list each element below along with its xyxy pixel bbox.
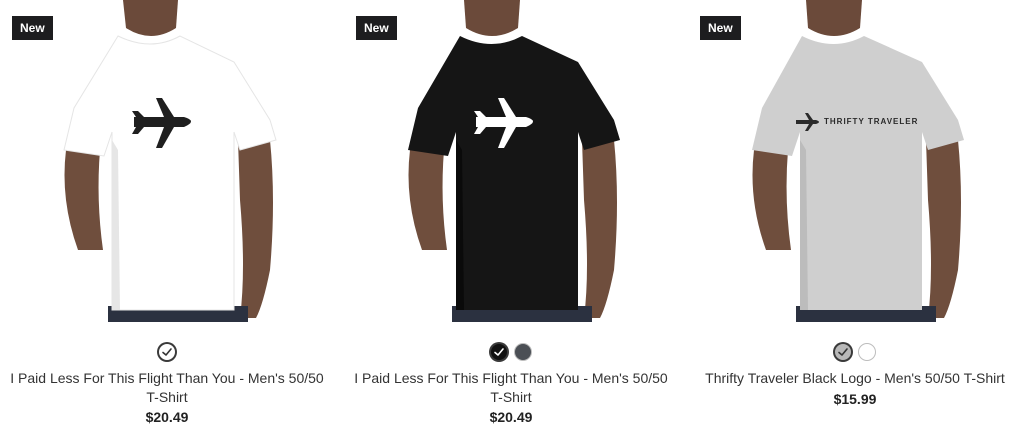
product-title[interactable]: I Paid Less For This Flight Than You - M… (8, 369, 326, 407)
color-swatches (352, 343, 670, 361)
checkmark-icon (838, 348, 848, 356)
color-swatch-white[interactable] (158, 343, 176, 361)
tshirt-model-image (63, 0, 277, 322)
color-swatch-charcoal[interactable] (514, 343, 532, 361)
product-card[interactable]: New THRIFTY TRAVELER Thrifty Traveler Bl… (696, 0, 1014, 435)
tshirt-model-image (408, 0, 620, 322)
tshirt-model-image: THRIFTY TRAVELER (752, 0, 964, 322)
product-card[interactable]: New I Paid Less For This Flight Than You… (8, 0, 326, 435)
checkmark-icon (494, 348, 504, 356)
shirt-print-text: THRIFTY TRAVELER (824, 117, 918, 126)
product-price: $20.49 (489, 409, 533, 425)
product-image[interactable]: New (8, 0, 326, 322)
product-image[interactable]: New THRIFTY TRAVELER (696, 0, 1014, 322)
color-swatches (696, 343, 1014, 361)
new-badge: New (356, 16, 397, 40)
color-swatch-black[interactable] (490, 343, 508, 361)
product-price: $15.99 (833, 391, 877, 407)
new-badge: New (700, 16, 741, 40)
color-swatch-white[interactable] (858, 343, 876, 361)
product-image[interactable]: New (352, 0, 670, 322)
color-swatch-heather-gray[interactable] (834, 343, 852, 361)
product-title[interactable]: Thrifty Traveler Black Logo - Men's 50/5… (696, 369, 1014, 388)
product-title[interactable]: I Paid Less For This Flight Than You - M… (352, 369, 670, 407)
color-swatches (8, 343, 326, 361)
product-grid: New I Paid Less For This Flight Than You… (0, 0, 1024, 435)
product-price: $20.49 (145, 409, 189, 425)
checkmark-icon (162, 348, 172, 356)
new-badge: New (12, 16, 53, 40)
product-card[interactable]: New I Paid Less For This Flight Than You… (352, 0, 670, 435)
